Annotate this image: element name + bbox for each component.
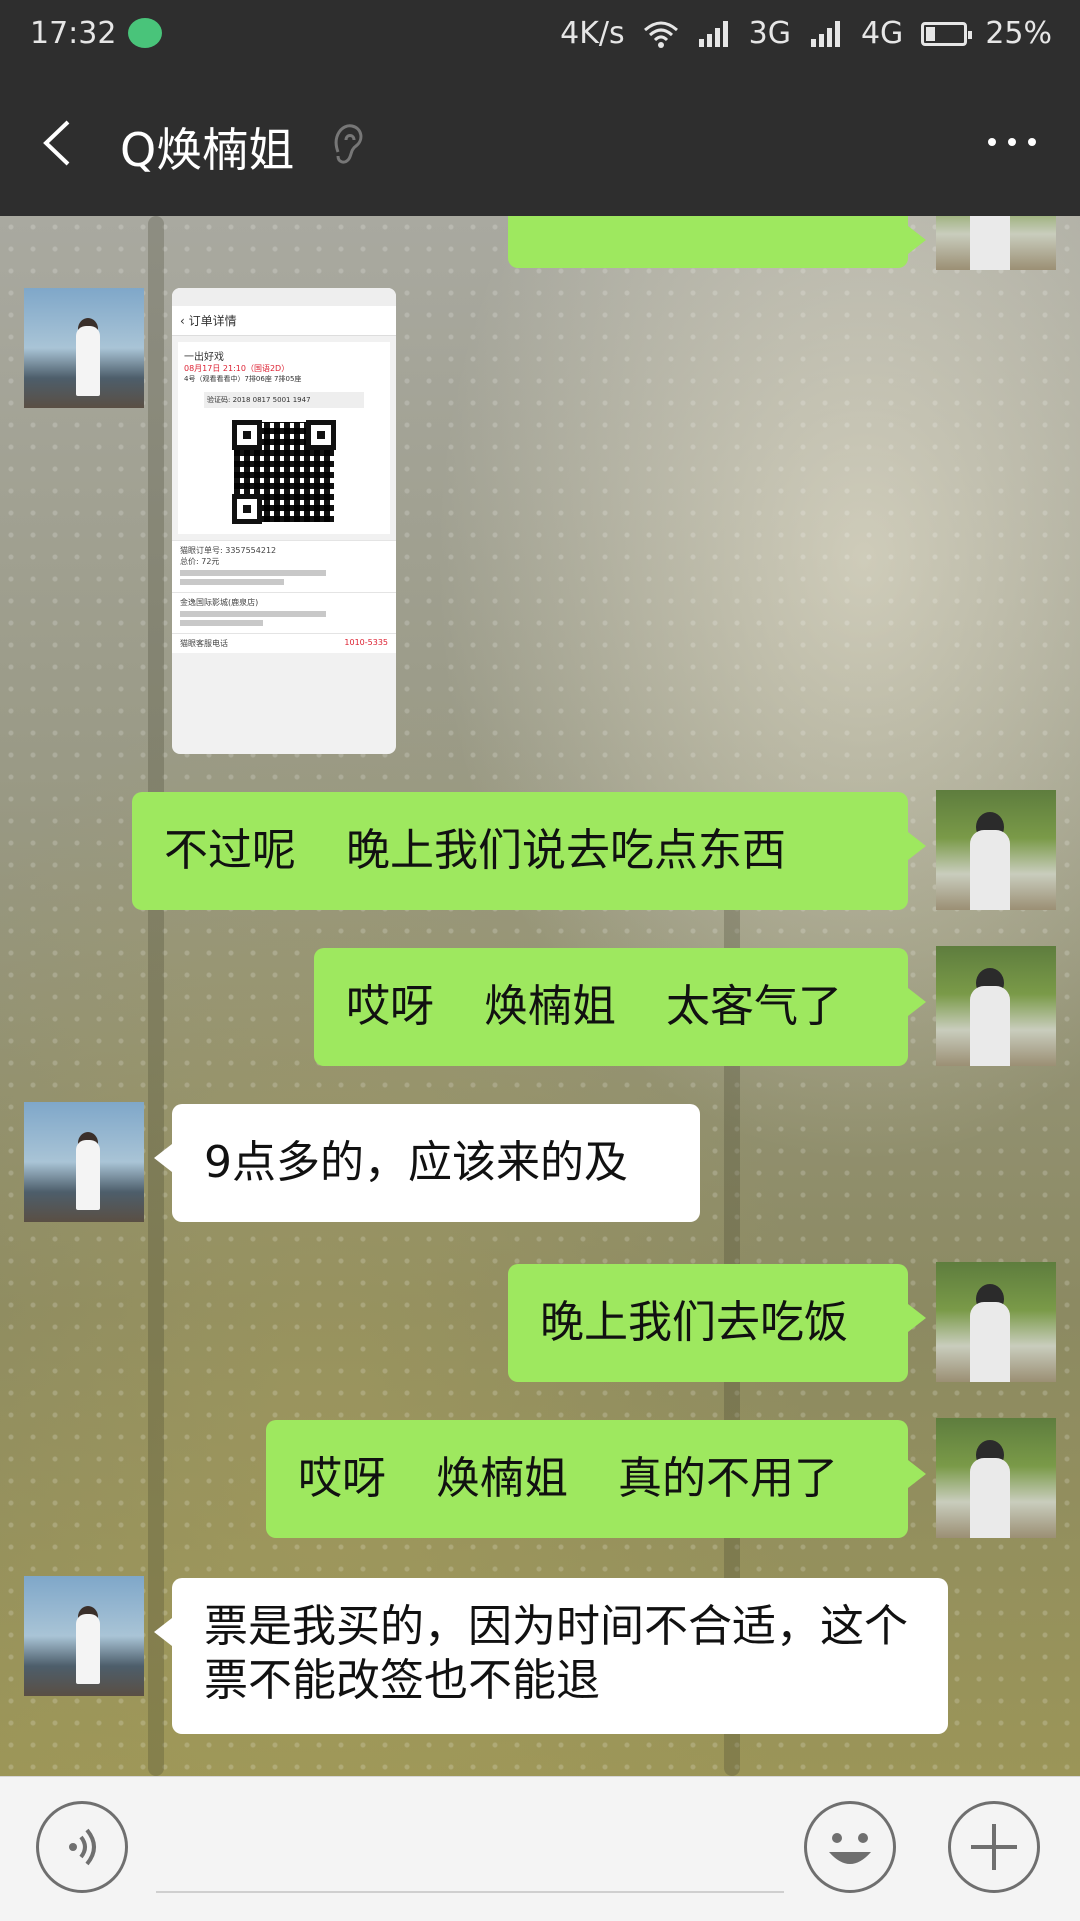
message-text: 焕楠姐 bbox=[484, 981, 616, 1032]
message-bubble[interactable]: 哎呀 焕楠姐 真的不用了 bbox=[266, 1420, 926, 1538]
image-status-bar bbox=[172, 288, 396, 306]
message-text: 票是我买的，因为时间不合适，这个票不能改签也不能退 bbox=[204, 1601, 908, 1706]
background-streak bbox=[148, 216, 164, 1776]
image-header-title: 订单详情 bbox=[188, 314, 237, 328]
network-speed: 4K/s bbox=[560, 16, 625, 51]
ticket-card: 一出好戏 08月17日 21:10（国语2D） 4号（观看看看中）7排06座 7… bbox=[178, 342, 390, 534]
message-text: 哎呀 bbox=[298, 1453, 386, 1504]
battery-icon bbox=[921, 21, 973, 46]
plus-button[interactable] bbox=[948, 1801, 1040, 1893]
status-right: 4K/s 3G 4G 25% bbox=[560, 16, 1052, 51]
ticket-verify-code: 2018 0817 5001 1947 bbox=[232, 396, 311, 404]
cinema-name: 金逸国际影城(鹿泉店) bbox=[180, 598, 259, 607]
my-avatar[interactable] bbox=[936, 216, 1056, 270]
order-number: 猫眼订单号: 3357554212 bbox=[180, 546, 277, 555]
cinema-info: 金逸国际影城(鹿泉店) bbox=[172, 592, 396, 633]
message-text: 哎呀 bbox=[346, 981, 434, 1032]
ticket-seats: 4号（观看看看中）7排06座 7排05座 bbox=[184, 375, 302, 383]
message-text: 太客气了 bbox=[666, 981, 842, 1032]
signal-icon bbox=[809, 20, 843, 47]
chat-title: Q焕楠姐 bbox=[120, 123, 295, 177]
voice-icon bbox=[69, 1828, 96, 1866]
service-phone: 1010-5335 bbox=[344, 638, 388, 647]
chat-header: Q焕楠姐 bbox=[0, 70, 1080, 216]
message-text: 真的不用了 bbox=[618, 1453, 838, 1504]
contact-avatar[interactable] bbox=[24, 1576, 144, 1696]
contact-avatar[interactable] bbox=[24, 288, 144, 408]
order-info: 猫眼订单号: 3357554212 总价: 72元 bbox=[172, 540, 396, 592]
status-bar: 17:32 4K/s 3G 4G 25% bbox=[0, 0, 1080, 70]
input-bar bbox=[0, 1776, 1080, 1921]
order-total: 总价: 72元 bbox=[180, 557, 220, 566]
emoji-icon bbox=[829, 1833, 871, 1864]
qr-code bbox=[228, 416, 340, 528]
image-header: ‹ 订单详情 bbox=[172, 306, 396, 336]
status-time: 17:32 bbox=[30, 16, 117, 51]
message-bubble[interactable]: 不过呢 晚上我们说去吃点东西 bbox=[132, 792, 926, 910]
ticket-movie: 一出好戏 bbox=[184, 352, 224, 363]
message-bubble[interactable]: 票是我买的，因为时间不合适，这个票不能改签也不能退 bbox=[154, 1578, 948, 1734]
service-label: 猫眼客服电话 bbox=[180, 639, 228, 648]
message-text: 不过呢 bbox=[164, 825, 296, 876]
my-avatar[interactable] bbox=[936, 1418, 1056, 1538]
message-text: 晚上我们说去吃点东西 bbox=[346, 825, 786, 876]
network-3g: 3G bbox=[748, 16, 791, 51]
wechat-icon bbox=[128, 18, 162, 48]
message-bubble[interactable]: 9点多的，应该来的及 bbox=[154, 1104, 700, 1222]
more-dots-icon[interactable] bbox=[986, 134, 1038, 150]
wifi-icon bbox=[643, 21, 678, 48]
my-avatar[interactable] bbox=[936, 1262, 1056, 1382]
my-avatar[interactable] bbox=[936, 790, 1056, 910]
my-avatar[interactable] bbox=[936, 946, 1056, 1066]
chevron-left-icon[interactable] bbox=[38, 118, 78, 168]
ticket-showtime: 08月17日 21:10（国语2D） bbox=[184, 364, 290, 373]
contact-avatar[interactable] bbox=[24, 1102, 144, 1222]
chat-area[interactable]: ‹ 订单详情 一出好戏 08月17日 21:10（国语2D） 4号（观看看看中）… bbox=[0, 216, 1080, 1776]
emoji-button[interactable] bbox=[804, 1801, 896, 1893]
network-4g: 4G bbox=[860, 16, 904, 51]
plus-icon bbox=[971, 1824, 1017, 1870]
ticket-verify-label: 验证码: bbox=[207, 396, 231, 404]
message-input[interactable] bbox=[156, 1817, 784, 1893]
message-bubble[interactable]: 哎呀 焕楠姐 太客气了 bbox=[314, 948, 926, 1066]
message-text: 9点多的，应该来的及 bbox=[204, 1137, 628, 1188]
shared-image-message[interactable]: ‹ 订单详情 一出好戏 08月17日 21:10（国语2D） 4号（观看看看中）… bbox=[172, 288, 396, 754]
message-bubble-partial[interactable] bbox=[508, 216, 926, 268]
voice-button[interactable] bbox=[36, 1801, 128, 1893]
message-bubble[interactable]: 晚上我们去吃饭 bbox=[508, 1264, 926, 1382]
message-text: 晚上我们去吃饭 bbox=[540, 1297, 848, 1348]
battery-percent: 25% bbox=[985, 16, 1052, 51]
message-text: 焕楠姐 bbox=[436, 1453, 568, 1504]
signal-icon bbox=[697, 20, 731, 47]
service-info: 猫眼客服电话 1010-5335 bbox=[172, 633, 396, 653]
ear-icon bbox=[334, 124, 363, 164]
